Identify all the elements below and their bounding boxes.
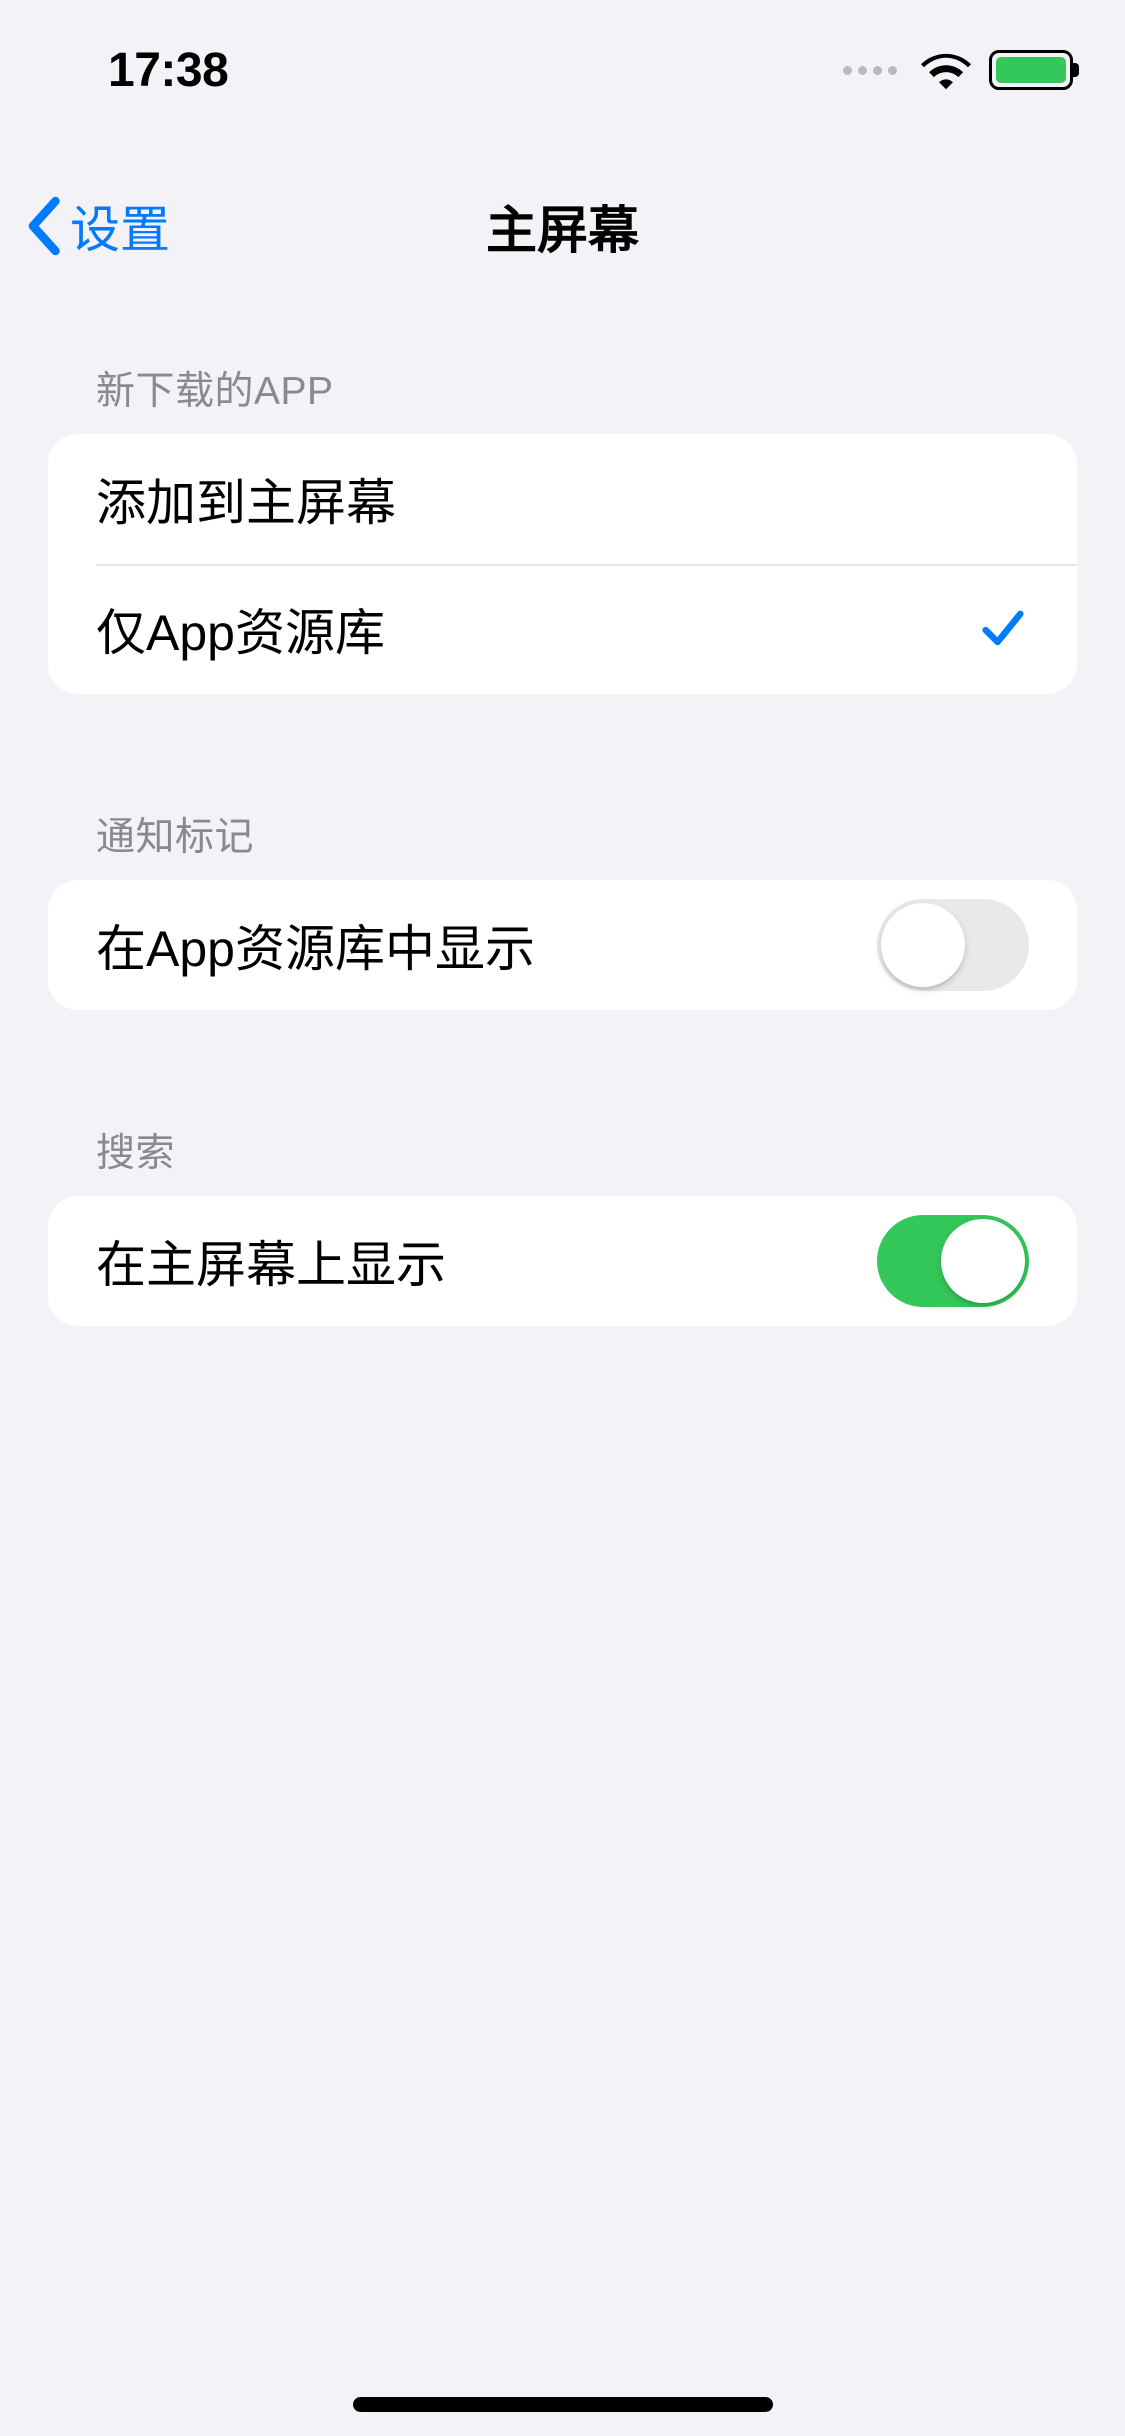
battery-icon	[989, 50, 1073, 90]
section-header-new-apps: 新下载的APP	[48, 340, 1077, 434]
option-label: 添加到主屏幕	[96, 463, 396, 535]
option-label: 仅App资源库	[96, 593, 385, 665]
page-title: 主屏幕	[486, 189, 639, 263]
chevron-left-icon	[24, 196, 62, 256]
group-new-apps: 添加到主屏幕 仅App资源库	[48, 434, 1077, 694]
status-bar: 17:38	[0, 0, 1125, 140]
row-label: 在App资源库中显示	[96, 909, 535, 981]
row-show-on-home: 在主屏幕上显示	[48, 1196, 1077, 1326]
row-label: 在主屏幕上显示	[96, 1225, 446, 1297]
option-app-library-only[interactable]: 仅App资源库	[48, 564, 1077, 694]
back-label: 设置	[70, 190, 170, 262]
back-button[interactable]: 设置	[24, 190, 170, 262]
checkmark-icon	[977, 603, 1029, 655]
status-indicators	[843, 50, 1073, 90]
nav-bar: 设置 主屏幕	[0, 160, 1125, 292]
group-search: 在主屏幕上显示	[48, 1196, 1077, 1326]
option-add-to-home[interactable]: 添加到主屏幕	[48, 434, 1077, 564]
signal-dots-icon	[843, 66, 897, 75]
status-time: 17:38	[108, 43, 228, 98]
home-indicator[interactable]	[353, 2397, 773, 2412]
content: 新下载的APP 添加到主屏幕 仅App资源库 通知标记 在App资源库中显示 搜…	[0, 340, 1125, 1326]
row-show-in-app-library: 在App资源库中显示	[48, 880, 1077, 1010]
group-badges: 在App资源库中显示	[48, 880, 1077, 1010]
toggle-show-in-app-library[interactable]	[877, 899, 1029, 991]
section-header-search: 搜索	[48, 1102, 1077, 1196]
wifi-icon	[921, 50, 971, 90]
section-header-badges: 通知标记	[48, 786, 1077, 880]
toggle-show-on-home[interactable]	[877, 1215, 1029, 1307]
